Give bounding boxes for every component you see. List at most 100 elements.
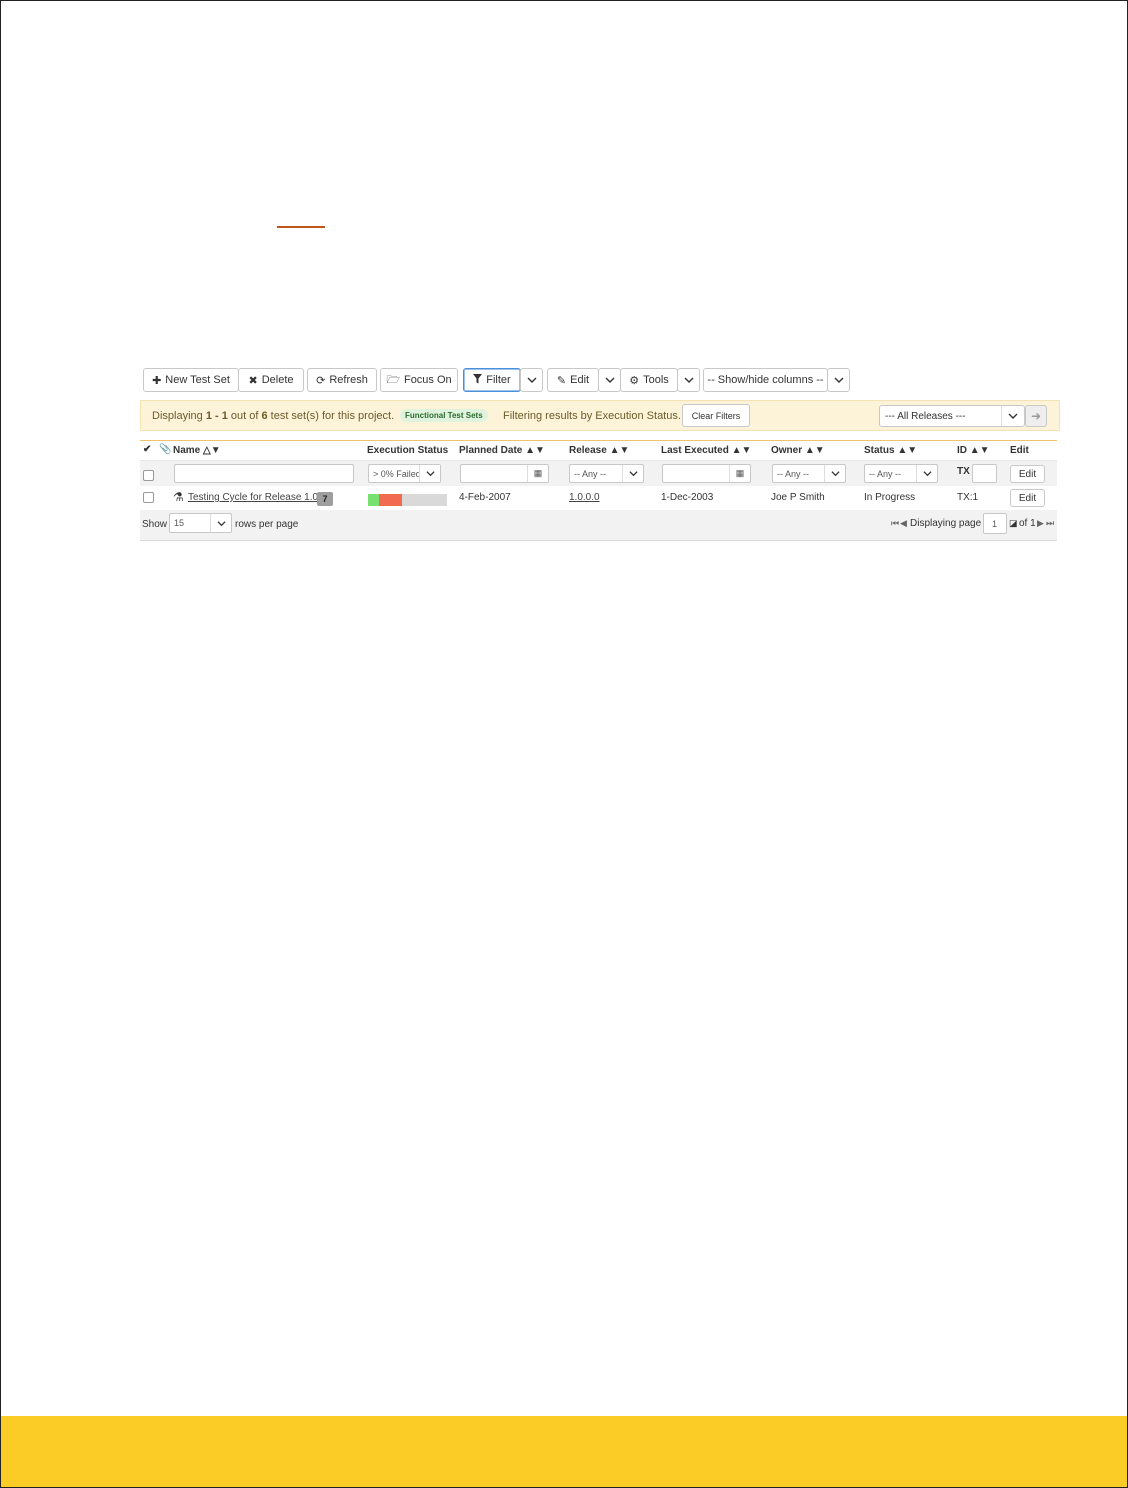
column-header-execution-status[interactable]: Execution Status (367, 445, 448, 456)
last-executed-value: 1-Dec-2003 (661, 492, 714, 503)
edit-dropdown-button[interactable] (598, 368, 621, 392)
id-filter-input[interactable] (972, 464, 997, 483)
sort-arrows-icon: ▲▼ (731, 445, 752, 456)
rows-per-page-value: 15 (174, 518, 185, 528)
accent-rule (277, 226, 325, 228)
select-all-checkbox[interactable] (143, 470, 154, 481)
release-select[interactable]: --- All Releases --- (879, 405, 1025, 427)
test-set-icon: ⚗ (173, 490, 184, 504)
pagination-bar: Show 15 rows per page ⏮ ◀ Displaying pag… (140, 510, 1057, 541)
tools-button[interactable]: ⚙ Tools (620, 368, 678, 392)
release-filter-value: -- Any -- (574, 469, 607, 479)
plus-icon: ✚ (152, 374, 162, 387)
planned-date-value: 4-Feb-2007 (459, 492, 511, 503)
column-header-id[interactable]: ID ▲▼ (957, 445, 990, 456)
status-filter-value: -- Any -- (869, 469, 902, 479)
row-checkbox[interactable] (143, 492, 154, 503)
arrow-right-icon[interactable]: ➜ (1025, 405, 1047, 427)
column-header-owner[interactable]: Owner ▲▼ (771, 445, 825, 456)
name-filter-input[interactable] (174, 464, 354, 483)
calendar-icon[interactable]: ▦ (527, 465, 548, 482)
row-edit-button[interactable]: Edit (1010, 489, 1045, 507)
page-number-value: 1 (992, 519, 998, 529)
release-select-value: --- All Releases --- (885, 411, 966, 422)
refresh-icon: ⟳ (316, 374, 326, 387)
column-name-label: Name (173, 445, 201, 456)
focus-on-button[interactable]: 🗁 Focus On (380, 368, 458, 392)
release-filter[interactable]: -- Any -- (569, 464, 644, 483)
last-page-icon[interactable]: ⏭ (1046, 518, 1054, 529)
sort-arrows-icon: ▲▼ (609, 445, 630, 456)
filter-button[interactable]: Filter (463, 368, 521, 392)
grid-header: ✔ 📎 Name △▼ Execution Status Planned Dat… (140, 440, 1057, 461)
displaying-range: 1 - 1 (205, 410, 228, 422)
footer-band (1, 1416, 1127, 1487)
new-test-set-button[interactable]: ✚ New Test Set (143, 368, 239, 392)
folder-badge[interactable]: Functional Test Sets (400, 409, 488, 422)
execution-status-bar (368, 494, 447, 506)
filter-info-bar: Displaying 1 - 1 out of 6 test set(s) fo… (140, 400, 1060, 431)
delete-button[interactable]: ✖ Delete (238, 368, 304, 392)
column-header-last-executed[interactable]: Last Executed ▲▼ (661, 445, 751, 456)
filter-label: Filter (486, 374, 511, 386)
first-page-icon[interactable]: ⏮ (891, 518, 899, 529)
filter-message: Filtering results by Execution Status. (503, 410, 681, 422)
release-link[interactable]: 1.0.0.0 (569, 492, 600, 503)
test-set-name-link[interactable]: Testing Cycle for Release 1.0 (188, 492, 318, 503)
planned-date-filter[interactable]: ▦ (460, 464, 549, 483)
go-page-icon[interactable]: ◪ (1009, 518, 1018, 529)
folder-open-icon: 🗁 (386, 373, 400, 386)
execution-failed-segment (379, 494, 402, 506)
test-count-badge: 7 (317, 492, 333, 506)
column-header-release[interactable]: Release ▲▼ (569, 445, 629, 456)
chevron-down-icon (684, 377, 693, 383)
tools-dropdown-button[interactable] (677, 368, 700, 392)
close-icon: ✖ (248, 374, 258, 387)
status-filter[interactable]: -- Any -- (864, 464, 938, 483)
column-header-planned-date[interactable]: Planned Date ▲▼ (459, 445, 545, 456)
column-owner-label: Owner (771, 445, 803, 456)
owner-filter[interactable]: -- Any -- (772, 464, 846, 483)
owner-value: Joe P Smith (771, 492, 825, 503)
execution-passed-segment (368, 494, 379, 506)
filter-row: > 0% Failed ▦ -- Any -- ▦ -- Any -- -- A… (140, 460, 1057, 487)
refresh-label: Refresh (329, 374, 368, 386)
chevron-down-icon (1001, 406, 1024, 426)
show-hide-columns-select[interactable]: -- Show/hide columns -- (703, 368, 828, 392)
filter-edit-button[interactable]: Edit (1010, 465, 1045, 483)
execution-status-filter[interactable]: > 0% Failed (368, 464, 441, 483)
sort-arrows-icon: ▲▼ (969, 445, 990, 456)
page-number-input[interactable]: 1 (983, 513, 1007, 534)
last-executed-filter[interactable]: ▦ (662, 464, 751, 483)
gear-icon: ⚙ (629, 374, 640, 387)
chevron-down-icon (916, 465, 937, 482)
clear-filters-button[interactable]: Clear Filters (682, 404, 750, 427)
show-hide-columns-dropdown[interactable] (827, 368, 850, 392)
edit-toolbar-button[interactable]: ✎ Edit (547, 368, 599, 392)
chevron-down-icon (210, 514, 231, 532)
filter-dropdown-button[interactable] (520, 368, 543, 392)
refresh-button[interactable]: ⟳ Refresh (307, 368, 377, 392)
next-page-icon[interactable]: ▶ (1037, 518, 1044, 529)
show-label: Show (142, 519, 168, 530)
table-row: ⚗ Testing Cycle for Release 1.0 7 4-Feb-… (140, 486, 1057, 510)
focus-on-label: Focus On (403, 374, 452, 386)
rows-per-page-label: rows per page (235, 519, 299, 530)
column-status-label: Status (864, 445, 895, 456)
previous-page-icon[interactable]: ◀ (900, 518, 907, 529)
column-header-status[interactable]: Status ▲▼ (864, 445, 917, 456)
column-id-label: ID (957, 445, 967, 456)
chevron-down-icon (419, 465, 440, 482)
chevron-down-icon (824, 465, 845, 482)
calendar-icon[interactable]: ▦ (729, 465, 750, 482)
displaying-count-text: Displaying 1 - 1 out of 6 test set(s) fo… (152, 410, 394, 422)
edit-icon: ✎ (556, 374, 567, 387)
rows-per-page-select[interactable]: 15 (169, 513, 232, 533)
displaying-page-label: Displaying page (910, 518, 982, 529)
check-all-icon[interactable]: ✔ (143, 444, 151, 455)
tools-label: Tools (643, 374, 669, 386)
displaying-mid: out of (227, 410, 262, 422)
column-header-name[interactable]: Name △▼ (173, 445, 221, 456)
attachment-icon: 📎 (159, 444, 172, 455)
column-planned-date-label: Planned Date (459, 445, 523, 456)
